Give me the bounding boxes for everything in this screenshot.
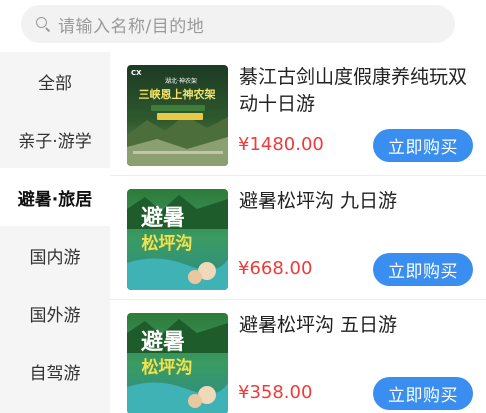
product-thumbnail[interactable]: 避暑 松坪沟 xyxy=(127,313,228,413)
category-sidebar: 全部 亲子·游学 避暑·旅居 国内游 国外游 自驾游 xyxy=(0,52,110,413)
buy-now-button[interactable]: 立即购买 xyxy=(373,377,473,410)
product-card[interactable]: CX 湖北·神农架 三峡恩上神农架 綦江古剑山度假康养纯玩双动十日游 ¥1480… xyxy=(110,52,486,176)
svg-text:避暑: 避暑 xyxy=(141,329,185,355)
search-placeholder: 请输入名称/目的地 xyxy=(58,16,205,37)
svg-text:避暑: 避暑 xyxy=(141,205,185,231)
svg-text:三峡恩上神农架: 三峡恩上神农架 xyxy=(139,87,216,101)
buy-now-button[interactable]: 立即购买 xyxy=(373,253,473,286)
search-icon xyxy=(35,16,52,33)
svg-text:湖北·神农架: 湖北·神农架 xyxy=(165,77,197,85)
product-price: ¥358.00 xyxy=(238,382,313,403)
product-title[interactable]: 綦江古剑山度假康养纯玩双动十日游 xyxy=(239,64,479,118)
buy-now-button[interactable]: 立即购买 xyxy=(373,129,473,162)
product-list: CX 湖北·神农架 三峡恩上神农架 綦江古剑山度假康养纯玩双动十日游 ¥1480… xyxy=(110,52,486,413)
product-title[interactable]: 避暑松坪沟 五日游 xyxy=(239,312,479,339)
sidebar-item-self-drive[interactable]: 自驾游 xyxy=(0,342,110,400)
product-thumbnail[interactable]: CX 湖北·神农架 三峡恩上神农架 xyxy=(127,65,228,166)
product-card[interactable]: 避暑 松坪沟 避暑松坪沟 九日游 ¥668.00 立即购买 xyxy=(110,176,486,300)
product-image: CX 湖北·神农架 三峡恩上神农架 xyxy=(127,65,228,166)
product-price: ¥1480.00 xyxy=(238,134,324,155)
svg-text:松坪沟: 松坪沟 xyxy=(142,357,193,378)
search-input[interactable]: 请输入名称/目的地 xyxy=(21,5,455,43)
product-image: 避暑 松坪沟 xyxy=(127,313,228,413)
svg-text:CX: CX xyxy=(131,69,142,77)
sidebar-item-overseas[interactable]: 国外游 xyxy=(0,284,110,342)
product-thumbnail[interactable]: 避暑 松坪沟 xyxy=(127,189,228,290)
product-image: 避暑 松坪沟 xyxy=(127,189,228,290)
sidebar-item-domestic[interactable]: 国内游 xyxy=(0,226,110,284)
product-price: ¥668.00 xyxy=(238,258,313,279)
product-title[interactable]: 避暑松坪沟 九日游 xyxy=(239,188,479,215)
sidebar-item-family-study[interactable]: 亲子·游学 xyxy=(0,110,110,168)
search-bar-container: 请输入名称/目的地 xyxy=(0,0,486,52)
product-card[interactable]: 避暑 松坪沟 避暑松坪沟 五日游 ¥358.00 立即购买 xyxy=(110,300,486,413)
sidebar-item-all[interactable]: 全部 xyxy=(0,52,110,110)
svg-text:松坪沟: 松坪沟 xyxy=(142,233,193,254)
sidebar-item-summer-retreat[interactable]: 避暑·旅居 xyxy=(0,168,110,226)
